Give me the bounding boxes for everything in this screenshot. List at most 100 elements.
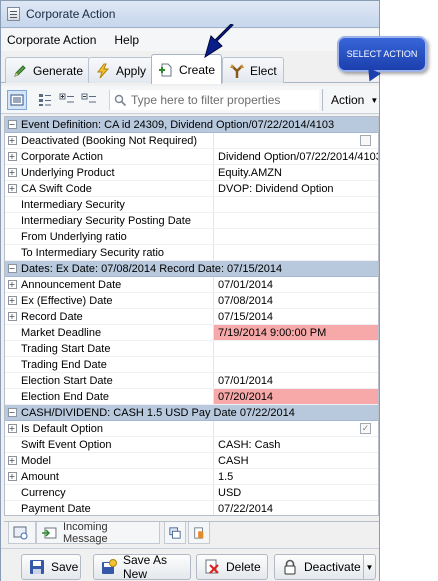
property-row[interactable]: Election End Date 07/20/2014 bbox=[5, 389, 378, 405]
property-value[interactable]: 07/20/2014 bbox=[213, 389, 378, 404]
property-row[interactable]: + Deactivated (Booking Not Required) bbox=[5, 133, 378, 149]
menu-corporate-action[interactable]: Corporate Action bbox=[7, 33, 96, 47]
deactivate-button[interactable]: Deactivate ▼ bbox=[274, 554, 376, 580]
property-row[interactable]: + Ex (Effective) Date 07/08/2014 bbox=[5, 293, 378, 309]
section-header[interactable]: − CASH/DIVIDEND: CASH 1.5 USD Pay Date 07… bbox=[5, 405, 378, 421]
property-row[interactable]: Intermediary Security bbox=[5, 197, 378, 213]
collapse-toggle[interactable]: − bbox=[5, 408, 19, 417]
property-row[interactable]: + Is Default Option ✓ bbox=[5, 421, 378, 437]
tab-label: Apply bbox=[116, 63, 147, 78]
property-filter-input[interactable]: Type here to filter properties bbox=[109, 90, 319, 110]
window-title: Corporate Action bbox=[26, 7, 116, 21]
property-value[interactable]: Dividend Option/07/22/2014/4103 bbox=[213, 149, 378, 164]
property-value[interactable]: 1.5 bbox=[213, 469, 378, 484]
chevron-down-icon: ▼ bbox=[370, 95, 379, 105]
collapse-toggle[interactable]: − bbox=[5, 264, 19, 273]
row-expander[interactable]: + bbox=[5, 184, 19, 193]
tab-create[interactable]: Create bbox=[151, 54, 223, 84]
property-row[interactable]: + Model CASH bbox=[5, 453, 378, 469]
callout-text: SELECT ACTION bbox=[346, 49, 418, 59]
property-value[interactable]: 07/15/2014 bbox=[213, 309, 378, 324]
property-row[interactable]: Election Start Date 07/01/2014 bbox=[5, 373, 378, 389]
property-row[interactable]: Payment Date 07/22/2014 bbox=[5, 501, 378, 515]
property-row[interactable]: Intermediary Security Posting Date bbox=[5, 213, 378, 229]
search-icon bbox=[114, 94, 127, 106]
footer-button-bar: Save Save As New Delete Deactivate ▼ bbox=[1, 548, 379, 581]
expand-all-button[interactable] bbox=[57, 90, 77, 110]
property-row[interactable]: From Underlying ratio bbox=[5, 229, 378, 245]
row-expander[interactable]: + bbox=[5, 424, 19, 433]
property-value[interactable]: 07/01/2014 bbox=[213, 277, 378, 292]
property-value[interactable]: ✓ bbox=[213, 421, 378, 436]
row-expander[interactable]: + bbox=[5, 168, 19, 177]
property-row[interactable]: Trading Start Date bbox=[5, 341, 378, 357]
row-expander[interactable]: + bbox=[5, 296, 19, 305]
property-row[interactable]: Trading End Date bbox=[5, 357, 378, 373]
chevron-down-icon[interactable]: ▼ bbox=[363, 555, 375, 579]
tab-windows[interactable] bbox=[164, 522, 186, 544]
property-row[interactable]: Swift Event Option CASH: Cash bbox=[5, 437, 378, 453]
property-value[interactable] bbox=[213, 341, 378, 356]
property-value[interactable]: 07/08/2014 bbox=[213, 293, 378, 308]
tab-elect[interactable]: Elect bbox=[222, 57, 284, 83]
property-value[interactable]: USD bbox=[213, 485, 378, 500]
property-value[interactable] bbox=[213, 245, 378, 260]
action-label: Action bbox=[331, 93, 365, 107]
row-expander[interactable]: + bbox=[5, 152, 19, 161]
plus-icon: + bbox=[7, 456, 17, 465]
checkbox[interactable] bbox=[360, 135, 371, 146]
property-value[interactable]: 07/22/2014 bbox=[213, 501, 378, 515]
property-value[interactable] bbox=[213, 229, 378, 244]
property-value[interactable] bbox=[213, 133, 378, 148]
tab-generate[interactable]: Generate bbox=[5, 57, 91, 83]
property-value[interactable]: DVOP: Dividend Option bbox=[213, 181, 378, 196]
property-row[interactable]: + Corporate Action Dividend Option/07/22/2… bbox=[5, 149, 378, 165]
plus-icon: + bbox=[7, 184, 17, 193]
tab-apply[interactable]: Apply bbox=[88, 57, 154, 83]
row-expander[interactable]: + bbox=[5, 312, 19, 321]
categorized-view-button[interactable] bbox=[7, 90, 27, 110]
property-value[interactable]: CASH bbox=[213, 453, 378, 468]
action-dropdown[interactable]: Action ▼ bbox=[322, 89, 378, 111]
property-label: Underlying Product bbox=[21, 166, 115, 179]
property-row[interactable]: + CA Swift Code DVOP: Dividend Option bbox=[5, 181, 378, 197]
property-row[interactable]: + Amount 1.5 bbox=[5, 469, 378, 485]
checkbox-checked[interactable]: ✓ bbox=[360, 423, 371, 434]
delete-button[interactable]: Delete bbox=[196, 554, 268, 580]
property-row[interactable]: To Intermediary Security ratio bbox=[5, 245, 378, 261]
property-toolbar: Type here to filter properties Action ▼ bbox=[1, 86, 379, 114]
menu-help[interactable]: Help bbox=[114, 33, 139, 47]
property-row[interactable]: Market Deadline 7/19/2014 9:00:00 PM bbox=[5, 325, 378, 341]
section-header[interactable]: − Event Definition: CA id 24309, Dividend… bbox=[5, 117, 378, 133]
property-value[interactable]: 07/01/2014 bbox=[213, 373, 378, 388]
collapse-toggle[interactable]: − bbox=[5, 120, 19, 129]
tab-incoming-message[interactable]: Incoming Message bbox=[36, 521, 160, 545]
row-expander[interactable]: + bbox=[5, 280, 19, 289]
row-expander[interactable]: + bbox=[5, 456, 19, 465]
section-header[interactable]: − Dates: Ex Date: 07/08/2014 Record Date:… bbox=[5, 261, 378, 277]
tab-documents[interactable] bbox=[188, 522, 210, 544]
row-expander[interactable]: + bbox=[5, 136, 19, 145]
row-expander[interactable]: + bbox=[5, 472, 19, 481]
property-value[interactable]: CASH: Cash bbox=[213, 437, 378, 452]
plus-icon: + bbox=[7, 312, 17, 321]
property-row[interactable]: + Record Date 07/15/2014 bbox=[5, 309, 378, 325]
save-button[interactable]: Save bbox=[21, 554, 81, 580]
save-as-new-button[interactable]: Save As New bbox=[93, 553, 191, 581]
property-row[interactable]: Currency USD bbox=[5, 485, 378, 501]
property-value[interactable] bbox=[213, 357, 378, 372]
property-label: Record Date bbox=[21, 310, 83, 323]
delete-label: Delete bbox=[226, 560, 261, 574]
property-label: Election Start Date bbox=[21, 374, 113, 387]
tab-message-view[interactable] bbox=[8, 522, 36, 544]
property-value[interactable] bbox=[213, 197, 378, 212]
property-value[interactable] bbox=[213, 213, 378, 228]
corporate-action-window: Corporate Action Corporate Action Help G… bbox=[0, 0, 380, 581]
property-label: Announcement Date bbox=[21, 278, 122, 291]
property-row[interactable]: + Announcement Date 07/01/2014 bbox=[5, 277, 378, 293]
property-row[interactable]: + Underlying Product Equity.AMZN bbox=[5, 165, 378, 181]
property-value[interactable]: 7/19/2014 9:00:00 PM bbox=[213, 325, 378, 340]
alphabetical-view-button[interactable] bbox=[35, 90, 55, 110]
property-value[interactable]: Equity.AMZN bbox=[213, 165, 378, 180]
collapse-all-button[interactable] bbox=[79, 90, 99, 110]
